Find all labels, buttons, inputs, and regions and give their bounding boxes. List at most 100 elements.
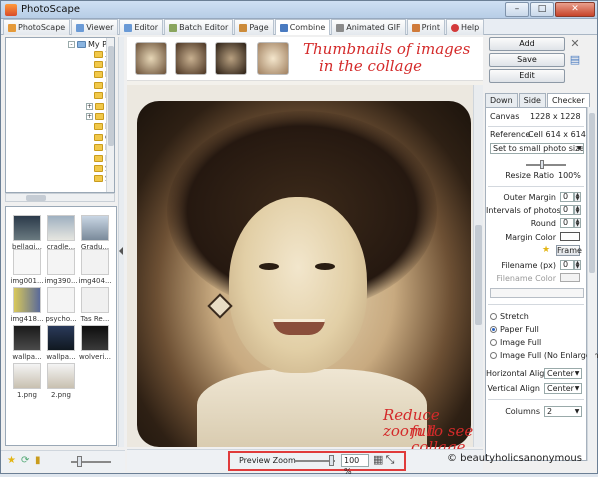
minimize-button[interactable]: – xyxy=(505,2,529,17)
frame-button[interactable]: Frame xyxy=(556,245,582,256)
combine-icon xyxy=(279,23,288,32)
file-thumb[interactable]: Tas Re... xyxy=(80,287,110,323)
collage-canvas[interactable]: Reduce zoom to see full collage xyxy=(127,85,483,455)
file-thumb[interactable]: Gradu... xyxy=(80,215,110,251)
file-thumb[interactable]: 1.png xyxy=(12,363,42,399)
file-thumb[interactable]: wolveri... xyxy=(79,325,111,361)
round-spinner[interactable]: 0 ▲ ▼ xyxy=(560,218,581,228)
canvas-scrollbar[interactable] xyxy=(473,85,483,447)
window-controls: – □ ✕ xyxy=(505,2,595,17)
vertical-align-select[interactable]: Center ▼ xyxy=(544,383,582,394)
add-button[interactable]: Add xyxy=(489,37,565,51)
intervals-spinner[interactable]: 0 ▲ ▼ xyxy=(560,205,581,215)
file-thumb[interactable]: wallpa... xyxy=(12,325,42,361)
tree-hscrollbar[interactable] xyxy=(5,193,115,202)
photo-size-select[interactable]: Set to small photo size ▼ xyxy=(490,143,584,154)
expand-icon[interactable]: + xyxy=(86,102,93,110)
filename-color-row: Filename Color xyxy=(486,273,586,286)
thumbnail-image xyxy=(47,363,75,389)
thumb-size-slider[interactable] xyxy=(77,456,82,467)
save-disk-icon[interactable]: ▤ xyxy=(569,54,581,66)
tab-batch-editor[interactable]: Batch Editor xyxy=(164,19,234,35)
zoom-slider[interactable] xyxy=(329,455,334,466)
outer-margin-spinner[interactable]: 0 ▲ ▼ xyxy=(560,192,581,202)
scroll-thumb[interactable] xyxy=(589,113,595,273)
tab-print[interactable]: Print xyxy=(406,19,445,35)
spinner-arrows-icon[interactable]: ▲ ▼ xyxy=(574,260,581,270)
file-thumb[interactable]: cradle... xyxy=(46,215,76,251)
thumbnail-image xyxy=(47,325,75,351)
remove-icon[interactable]: ✕ xyxy=(569,38,581,50)
zoom-value[interactable]: 100 % xyxy=(341,454,369,476)
radio-stretch[interactable] xyxy=(490,313,497,320)
radio-paper-full[interactable] xyxy=(490,326,497,333)
tab-viewer[interactable]: Viewer xyxy=(71,19,119,35)
collapse-icon[interactable]: - xyxy=(68,40,75,48)
save-button[interactable]: Save xyxy=(489,53,565,67)
file-thumb[interactable]: bellagi... xyxy=(12,215,42,251)
spinner-arrows-icon[interactable]: ▲ ▼ xyxy=(574,192,581,202)
columns-select[interactable]: 2 ▼ xyxy=(544,406,582,417)
file-thumb[interactable]: img404... xyxy=(78,249,112,285)
fullscreen-icon[interactable]: ⤡ xyxy=(385,454,395,466)
tab-animated-gif[interactable]: Animated GIF xyxy=(331,19,406,35)
divider xyxy=(488,126,584,127)
close-button[interactable]: ✕ xyxy=(555,2,595,17)
radio-image-full-no-enlargement[interactable] xyxy=(490,352,497,359)
settings-scrollbar[interactable] xyxy=(587,107,595,461)
horizontal-align-select[interactable]: Center ▼ xyxy=(544,368,582,379)
scroll-thumb[interactable] xyxy=(108,46,114,146)
tab-combine[interactable]: Combine xyxy=(274,19,331,35)
file-thumb[interactable]: img390... xyxy=(44,249,78,285)
tab-editor[interactable]: Editor xyxy=(119,19,164,35)
window-title: PhotoScape xyxy=(21,4,80,15)
file-thumb[interactable]: wallpa... xyxy=(46,325,76,361)
collapse-arrow-icon[interactable] xyxy=(119,247,123,255)
folder-icon xyxy=(95,112,104,120)
open-folder-icon[interactable]: ▮ xyxy=(35,456,45,466)
file-thumb[interactable]: img001... xyxy=(10,249,44,285)
page-icon xyxy=(239,23,248,32)
maximize-button[interactable]: □ xyxy=(530,2,554,17)
filename-font-bar[interactable] xyxy=(490,288,584,298)
scroll-thumb[interactable] xyxy=(26,195,46,201)
folder-tree[interactable]: - My P 2bDDD+F+LMOPPSS xyxy=(5,37,115,193)
help-icon xyxy=(450,23,459,32)
divider xyxy=(488,186,584,187)
app-icon xyxy=(5,4,17,16)
favorite-star-icon[interactable]: ★ xyxy=(7,456,17,466)
collage-thumb-1[interactable] xyxy=(135,42,167,75)
file-thumb[interactable]: 2.png xyxy=(46,363,76,399)
batch-editor-icon xyxy=(169,23,178,32)
collage-thumb-3[interactable] xyxy=(215,42,247,75)
scroll-thumb[interactable] xyxy=(475,225,482,325)
spinner-arrows-icon[interactable]: ▲ ▼ xyxy=(574,205,581,215)
refresh-icon[interactable]: ⟳ xyxy=(21,456,31,466)
tab-help[interactable]: Help xyxy=(445,19,485,35)
tree-root[interactable]: - My P xyxy=(68,39,107,49)
resize-slider-track[interactable] xyxy=(526,164,566,166)
tab-photoscape[interactable]: PhotoScape xyxy=(3,19,71,35)
resize-slider[interactable] xyxy=(540,160,544,169)
expand-icon[interactable]: + xyxy=(86,112,93,120)
thumbnail-image xyxy=(81,215,109,241)
editor-icon xyxy=(124,23,133,32)
file-thumb[interactable]: psycho... xyxy=(45,287,77,323)
file-thumb[interactable]: img418... xyxy=(10,287,44,323)
filename-color-picker[interactable] xyxy=(560,273,580,282)
radio-image-full[interactable] xyxy=(490,339,497,346)
edit-button[interactable]: Edit xyxy=(489,69,565,83)
margin-color-picker[interactable] xyxy=(560,232,580,241)
tab-checker[interactable]: Checker xyxy=(546,93,590,107)
tree-scrollbar[interactable] xyxy=(106,38,114,192)
tab-page[interactable]: Page xyxy=(234,19,274,35)
spinner-arrows-icon[interactable]: ▲ ▼ xyxy=(574,218,581,228)
collage-thumb-4[interactable] xyxy=(257,42,289,75)
columns-row: Columns 2 ▼ xyxy=(486,406,586,418)
collage-thumb-2[interactable] xyxy=(175,42,207,75)
tab-down[interactable]: Down xyxy=(485,93,518,107)
panel-splitter[interactable] xyxy=(118,37,124,447)
fit-window-icon[interactable]: ▦ xyxy=(373,454,383,466)
tab-side[interactable]: Side xyxy=(518,93,546,107)
filename-size-spinner[interactable]: 0 ▲ ▼ xyxy=(560,260,581,270)
